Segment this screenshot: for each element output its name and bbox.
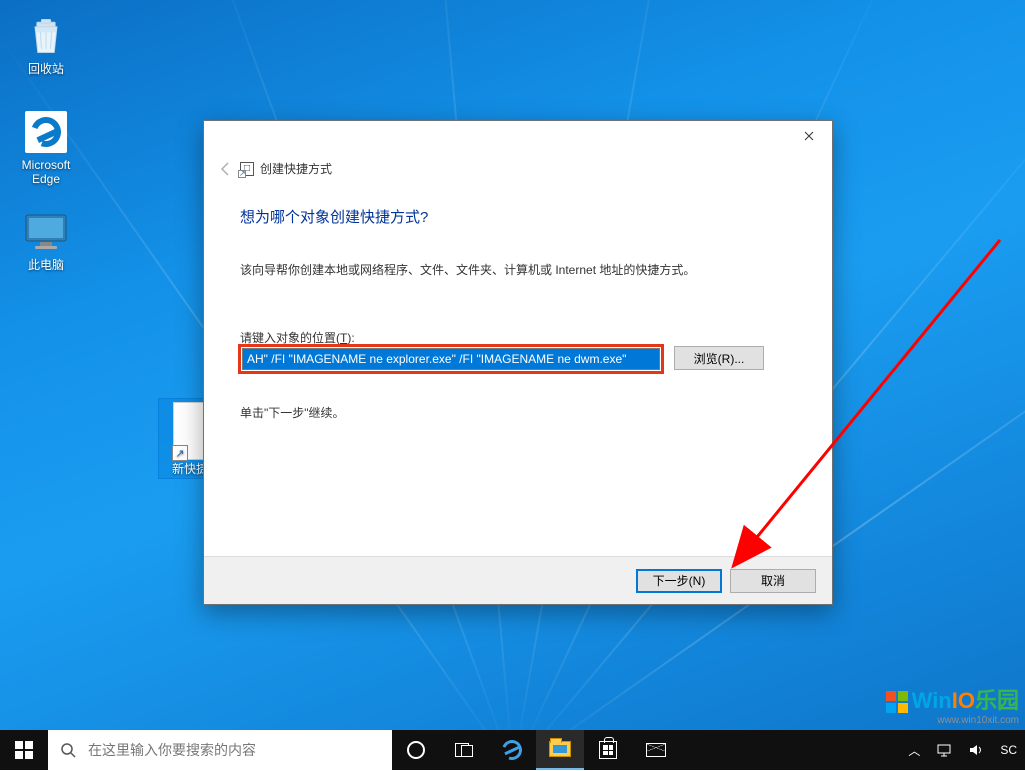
folder-icon	[549, 741, 571, 757]
edge-desktop-icon[interactable]: Microsoft Edge	[8, 108, 84, 186]
windows-color-icon	[886, 691, 908, 713]
create-shortcut-dialog: □↗ 创建快捷方式 想为哪个对象创建快捷方式? 该向导帮你创建本地或网络程序、文…	[203, 120, 833, 605]
recycle-bin-icon[interactable]: 回收站	[8, 12, 84, 76]
edge-icon	[25, 111, 67, 153]
browse-button[interactable]: 浏览(R)...	[674, 346, 764, 370]
start-button[interactable]	[0, 730, 48, 770]
shortcut-overlay-icon: ↗	[172, 445, 188, 461]
windows-icon	[15, 741, 33, 759]
network-icon	[936, 742, 952, 758]
dialog-headline: 想为哪个对象创建快捷方式?	[240, 206, 428, 227]
this-pc-icon[interactable]: 此电脑	[8, 208, 84, 272]
volume-icon	[968, 742, 984, 758]
cancel-button[interactable]: 取消	[730, 569, 816, 593]
mail-button[interactable]	[632, 730, 680, 770]
location-input-value: AH" /FI "IMAGENAME ne explorer.exe" /FI …	[243, 349, 659, 369]
volume-button[interactable]	[960, 730, 992, 770]
continue-hint: 单击"下一步"继续。	[240, 404, 345, 421]
desktop[interactable]: 回收站 Microsoft Edge 此电脑 ↗ 新快捷方	[0, 0, 1025, 770]
task-view-button[interactable]	[440, 730, 488, 770]
back-button[interactable]	[218, 161, 234, 182]
store-button[interactable]	[584, 730, 632, 770]
store-icon	[599, 741, 617, 759]
next-button[interactable]: 下一步(N)	[636, 569, 722, 593]
search-placeholder: 在这里输入你要搜索的内容	[88, 740, 256, 760]
dialog-title-row: □↗ 创建快捷方式	[240, 160, 332, 177]
file-explorer-button[interactable]	[536, 730, 584, 770]
cortana-icon	[407, 741, 425, 759]
search-icon	[48, 742, 88, 758]
tray-text: SC	[992, 730, 1025, 770]
watermark: WinIO乐园 www.win10xit.com	[886, 683, 1019, 726]
edge-icon	[499, 737, 526, 764]
tray-overflow-button[interactable]: ︿	[900, 730, 928, 770]
task-view-icon	[455, 743, 473, 757]
back-arrow-icon	[218, 161, 234, 177]
search-box[interactable]: 在这里输入你要搜索的内容	[48, 730, 392, 770]
annotation-highlight: AH" /FI "IMAGENAME ne explorer.exe" /FI …	[238, 344, 664, 374]
mail-icon	[646, 743, 666, 757]
close-icon	[804, 131, 814, 141]
chevron-up-icon: ︿	[908, 742, 920, 759]
edge-taskbar-button[interactable]	[488, 730, 536, 770]
trash-icon	[24, 14, 68, 58]
cortana-button[interactable]	[392, 730, 440, 770]
network-button[interactable]	[928, 730, 960, 770]
system-tray: ︿ SC	[900, 730, 1025, 770]
edge-label: Microsoft Edge	[8, 158, 84, 186]
taskbar: 在这里输入你要搜索的内容 ︿ SC	[0, 730, 1025, 770]
monitor-icon	[23, 213, 69, 251]
dialog-title: 创建快捷方式	[260, 160, 332, 177]
dialog-footer: 下一步(N) 取消	[204, 556, 832, 604]
dialog-description: 该向导帮你创建本地或网络程序、文件、文件夹、计算机或 Internet 地址的快…	[240, 261, 695, 278]
recycle-bin-label: 回收站	[8, 62, 84, 76]
shortcut-mini-icon: □↗	[240, 162, 254, 176]
watermark-url: www.win10xit.com	[886, 715, 1019, 726]
this-pc-label: 此电脑	[8, 258, 84, 272]
close-button[interactable]	[786, 121, 832, 151]
location-input[interactable]: AH" /FI "IMAGENAME ne explorer.exe" /FI …	[242, 348, 660, 370]
